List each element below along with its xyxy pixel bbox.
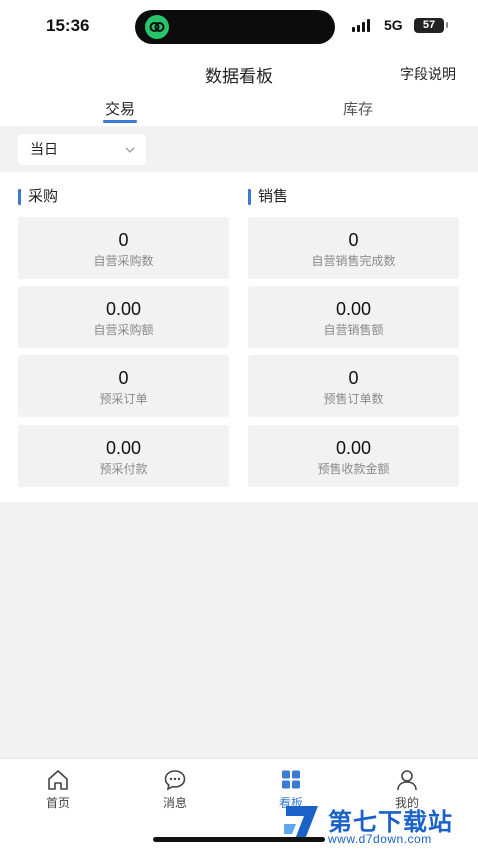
stat-card-pre-purchase-orders[interactable]: 0 预采订单 [18, 355, 229, 417]
stat-label: 自营采购额 [93, 323, 154, 337]
stat-value: 0 [348, 368, 359, 388]
stat-label: 预售收款金额 [317, 462, 390, 476]
tabbar-label: 消息 [162, 796, 187, 810]
chevron-down-icon [125, 147, 135, 153]
stat-card-presale-orders[interactable]: 0 预售订单数 [248, 355, 459, 417]
tabbar-item-home[interactable]: 首页 [28, 769, 88, 811]
dynamic-island [135, 10, 335, 44]
stat-label: 自营销售额 [323, 323, 384, 337]
stat-card-self-sales-amount[interactable]: 0.00 自营销售额 [248, 286, 459, 348]
field-description-button[interactable]: 字段说明 [400, 64, 456, 84]
battery-tip [446, 22, 448, 28]
signal-icon [352, 19, 378, 32]
empty-content-area [0, 502, 478, 758]
battery-icon: 57 [414, 18, 444, 33]
stat-value: 0 [118, 368, 129, 388]
stat-value: 0.00 [105, 299, 142, 319]
stat-value: 0.00 [335, 438, 372, 458]
tabbar-label: 首页 [45, 796, 70, 810]
stat-label: 预采付款 [99, 462, 148, 476]
network-type: 5G [384, 17, 403, 33]
stat-value: 0 [348, 230, 359, 250]
stat-card-self-purchase-count[interactable]: 0 自营采购数 [18, 217, 229, 279]
sales-section: 销售 [248, 186, 458, 208]
message-icon [164, 770, 186, 791]
stat-card-self-sales-completed[interactable]: 0 自营销售完成数 [248, 217, 459, 279]
stat-value: 0 [118, 230, 129, 250]
stat-label: 预采订单 [99, 392, 148, 406]
purchase-title: 采购 [18, 186, 228, 208]
stat-value: 0.00 [105, 438, 142, 458]
link-icon [145, 15, 169, 39]
purchase-section: 采购 [18, 186, 228, 208]
stat-label: 自营销售完成数 [311, 254, 396, 268]
tab-inventory[interactable]: 库存 [298, 98, 418, 119]
date-range-value: 当日 [30, 141, 58, 157]
filter-bar: 当日 [0, 126, 478, 172]
stat-value: 0.00 [335, 299, 372, 319]
stat-label: 预售订单数 [323, 392, 384, 406]
tab-bar-top: 交易 库存 [0, 98, 478, 126]
stat-label: 自营采购数 [93, 254, 154, 268]
date-range-select[interactable]: 当日 [18, 134, 146, 165]
watermark-url: www.d7down.com [328, 832, 432, 846]
watermark: 第七下载站 www.d7down.com [282, 800, 478, 850]
stat-card-presale-receipts[interactable]: 0.00 预售收款金额 [248, 425, 459, 487]
status-time: 15:36 [46, 16, 90, 35]
stat-card-pre-purchase-payment[interactable]: 0.00 预采付款 [18, 425, 229, 487]
dashboard-icon [282, 770, 300, 789]
user-icon [397, 770, 417, 791]
tabbar-item-messages[interactable]: 消息 [145, 769, 205, 811]
tab-indicator [103, 120, 137, 123]
tab-trade[interactable]: 交易 [60, 98, 180, 119]
stat-card-self-purchase-amount[interactable]: 0.00 自营采购额 [18, 286, 229, 348]
home-indicator [153, 837, 325, 842]
home-icon [48, 770, 68, 790]
sales-title: 销售 [248, 186, 458, 208]
status-bar: 15:36 5G 57 [0, 0, 478, 52]
